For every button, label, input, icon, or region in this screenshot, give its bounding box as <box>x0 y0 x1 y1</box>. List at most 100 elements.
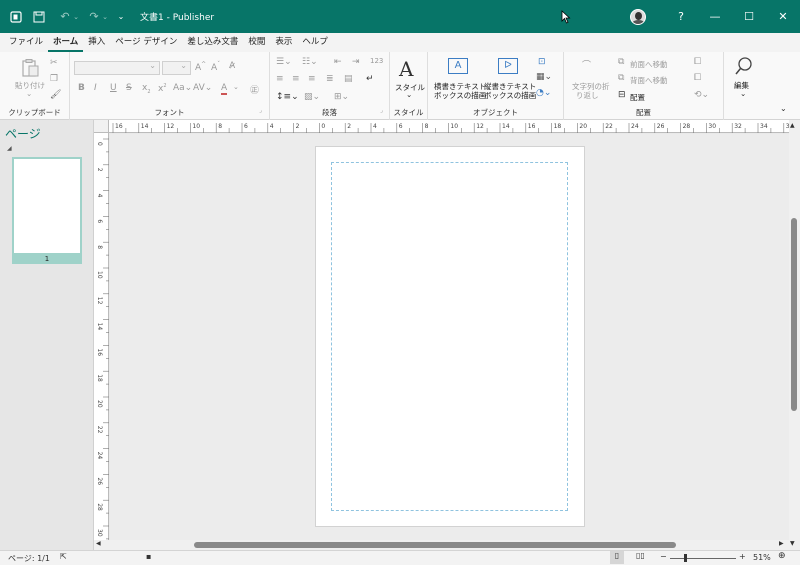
wrap-text-icon[interactable]: ⌒ <box>582 58 591 71</box>
paste-dropdown-icon[interactable]: ⌄ <box>26 89 32 98</box>
table-icon[interactable]: ▦⌄ <box>536 72 552 82</box>
numbering-icon[interactable]: ☷⌄ <box>302 57 318 67</box>
paragraph-mark-icon[interactable]: ↵ <box>366 74 374 84</box>
superscript-icon[interactable]: x2 <box>158 83 167 94</box>
zoom-in-button[interactable]: + <box>739 552 746 561</box>
paste-icon[interactable] <box>18 58 42 78</box>
italic-icon[interactable]: I <box>94 83 97 93</box>
save-icon[interactable] <box>32 10 46 24</box>
publication-page[interactable] <box>315 146 585 527</box>
two-page-view-icon[interactable]: ▯▯ <box>636 551 645 560</box>
horizontal-scroll-thumb[interactable] <box>194 542 676 548</box>
user-avatar[interactable] <box>630 8 646 25</box>
customize-qat-icon[interactable]: ⌄ <box>114 10 128 24</box>
font-color-icon[interactable]: A <box>221 83 228 95</box>
page-indicator[interactable]: ページ: 1/1 <box>8 553 50 564</box>
publisher-app-icon[interactable] <box>9 10 23 24</box>
vertical-ruler[interactable]: 0 2 4 6 8 10 12 14 16 18 20 22 24 26 28 30 <box>94 133 109 541</box>
align-objects-icon[interactable]: ⊟ <box>618 90 626 100</box>
scroll-right-icon[interactable]: ▶ <box>779 540 784 547</box>
wrap-text-label-2[interactable]: り返し <box>576 90 599 101</box>
text-effects-icon[interactable]: ㊣ <box>250 83 259 96</box>
undo-dropdown-icon[interactable]: ⌄ <box>73 10 79 24</box>
align-center-icon[interactable]: ≡ <box>292 74 300 84</box>
horizontal-scrollbar[interactable]: ◀ ▶ <box>94 540 789 550</box>
format-painter-icon[interactable]: 🖌 <box>50 90 61 100</box>
workspace[interactable] <box>110 134 789 540</box>
zoom-slider-thumb[interactable] <box>684 554 687 562</box>
align-left-icon[interactable]: ≡ <box>276 74 284 84</box>
rotate-icon[interactable]: ⟲⌄ <box>694 90 709 100</box>
subscript-icon[interactable]: x2 <box>142 83 151 95</box>
help-button[interactable]: ? <box>664 0 698 33</box>
character-spacing-icon[interactable]: AV⌄ <box>193 83 212 93</box>
zoom-level[interactable]: 51% <box>753 553 771 562</box>
clear-formatting-icon[interactable]: A̷ <box>229 61 235 71</box>
ungroup-objects-icon[interactable]: ⧠ <box>694 73 701 83</box>
menu-tab-4[interactable]: 差し込み文書 <box>182 33 243 52</box>
pages-pane-collapse-icon[interactable]: ◢ <box>7 145 12 152</box>
collapse-ribbon-icon[interactable]: ⌄ <box>780 104 787 113</box>
shapes-icon[interactable]: ◔⌄ <box>536 88 551 98</box>
fit-page-icon[interactable]: ⊕ <box>778 551 786 561</box>
font-name-combo[interactable] <box>74 61 160 75</box>
text-direction-icon[interactable]: 123 <box>370 57 383 65</box>
bullets-icon[interactable]: ☰⌄ <box>276 57 292 67</box>
single-page-view-icon[interactable]: ▯ <box>610 551 624 564</box>
minimize-button[interactable]: — <box>698 0 732 33</box>
menu-tab-6[interactable]: 表示 <box>270 33 297 52</box>
font-color-dropdown-icon[interactable]: ⌄ <box>233 83 239 91</box>
redo-dropdown-icon[interactable]: ⌄ <box>102 10 108 24</box>
styles-icon[interactable]: A <box>399 57 413 81</box>
menu-tab-1[interactable]: ホーム <box>48 33 84 52</box>
horizontal-textbox-label-2[interactable]: ボックスの描画 <box>434 90 486 101</box>
styles-dropdown-icon[interactable]: ⌄ <box>406 90 412 99</box>
distributed-icon[interactable]: ▤ <box>344 74 353 84</box>
bring-forward-icon[interactable]: ⧉ <box>618 57 624 67</box>
horizontal-ruler[interactable]: 16 14 12 10 8 6 4 2 0 2 4 6 8 10 12 14 16 18 20 22 24 26 28 30 3… <box>109 120 794 133</box>
menu-tab-2[interactable]: 挿入 <box>83 33 110 52</box>
borders-icon[interactable]: ⊞⌄ <box>334 92 349 102</box>
maximize-button[interactable]: ☐ <box>732 0 766 33</box>
grow-font-icon[interactable]: A^ <box>195 61 206 73</box>
zoom-out-button[interactable]: − <box>660 552 667 561</box>
scroll-down-icon[interactable]: ▼ <box>790 540 795 547</box>
underline-icon[interactable]: U <box>110 83 117 93</box>
line-spacing-icon[interactable]: ↕≡⌄ <box>276 92 299 102</box>
page-thumbnail[interactable] <box>12 157 82 255</box>
scroll-up-icon[interactable]: ▲ <box>790 122 795 129</box>
close-button[interactable]: ✕ <box>766 0 800 33</box>
change-case-icon[interactable]: Aa⌄ <box>173 83 192 93</box>
font-size-combo[interactable] <box>162 61 191 75</box>
menu-tab-7[interactable]: ヘルプ <box>297 33 333 52</box>
bring-forward-label[interactable]: 前面へ移動 <box>630 59 668 70</box>
menu-tab-0[interactable]: ファイル <box>4 33 48 52</box>
bold-icon[interactable]: B <box>78 83 85 93</box>
justify-icon[interactable]: ≣ <box>326 74 334 84</box>
vertical-scroll-thumb[interactable] <box>791 218 797 411</box>
decrease-indent-icon[interactable]: ⇤ <box>334 57 342 67</box>
picture-icon[interactable]: ⊡ <box>538 57 546 67</box>
zoom-slider[interactable] <box>670 558 736 559</box>
vertical-scrollbar[interactable]: ▲ ▼ <box>789 120 800 550</box>
strikethrough-icon[interactable]: S <box>126 83 132 93</box>
send-backward-label[interactable]: 背面へ移動 <box>630 75 668 86</box>
group-objects-icon[interactable]: ⧠ <box>694 57 701 67</box>
align-right-icon[interactable]: ≡ <box>308 74 316 84</box>
menu-tab-3[interactable]: ページ デザイン <box>110 33 182 52</box>
find-icon[interactable] <box>734 56 754 79</box>
horizontal-textbox-icon[interactable]: A <box>448 58 468 74</box>
vertical-textbox-label-2[interactable]: ボックスの描画 <box>484 90 536 101</box>
increase-indent-icon[interactable]: ⇥ <box>352 57 360 67</box>
copy-icon[interactable]: ❐ <box>50 74 58 84</box>
editing-dropdown-icon[interactable]: ⌄ <box>740 89 746 98</box>
align-objects-label[interactable]: 配置 <box>630 92 645 103</box>
shading-icon[interactable]: ▨⌄ <box>304 92 320 102</box>
redo-icon[interactable]: ↷ <box>87 10 101 24</box>
scroll-left-icon[interactable]: ◀ <box>96 540 101 547</box>
cut-icon[interactable]: ✂ <box>50 58 58 68</box>
shrink-font-icon[interactable]: Aˇ <box>211 61 220 73</box>
vertical-textbox-icon[interactable]: ᐅ <box>498 58 518 74</box>
send-backward-icon[interactable]: ⧉ <box>618 73 624 83</box>
menu-tab-5[interactable]: 校閲 <box>243 33 270 52</box>
